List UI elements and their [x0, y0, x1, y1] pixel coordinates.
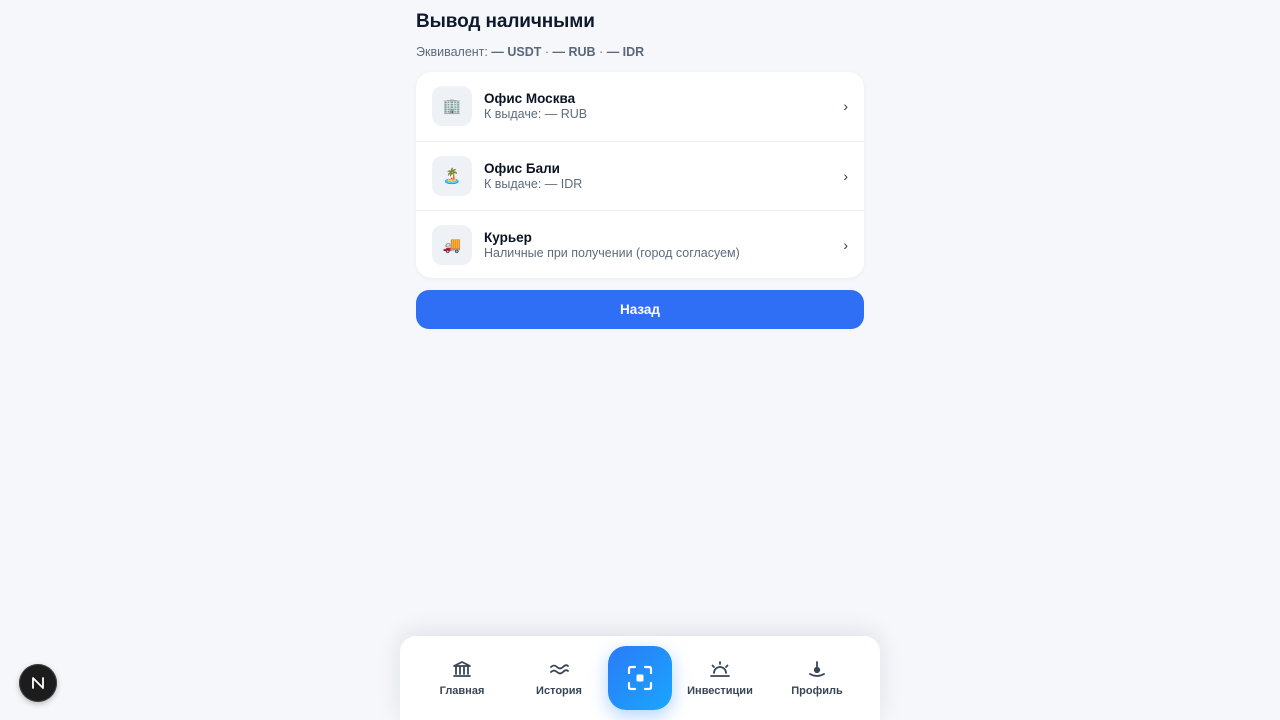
nav-item-history[interactable]: История [519, 660, 599, 697]
option-subtitle: К выдаче: — IDR [484, 177, 583, 191]
scan-icon [627, 665, 653, 691]
chevron-right-icon: › [843, 168, 848, 184]
office-building-icon: 🏢 [432, 86, 472, 126]
waves-icon [550, 664, 569, 675]
option-office-moscow[interactable]: 🏢 Офис Москва К выдаче: — RUB › [416, 72, 864, 141]
separator: · [599, 45, 604, 59]
app-page: Вывод наличными Эквивалент: — USDT · — R… [0, 0, 1280, 720]
scan-button[interactable] [608, 646, 672, 710]
bank-icon [453, 661, 471, 677]
sunrise-icon [710, 661, 730, 677]
nav-item-home[interactable]: Главная [422, 660, 502, 697]
chevron-right-icon: › [843, 98, 848, 114]
profile-icon [809, 661, 825, 677]
option-office-bali[interactable]: 🏝️ Офис Бали К выдаче: — IDR › [416, 141, 864, 210]
delivery-truck-icon: 🚚 [432, 225, 472, 265]
n-logo-icon [32, 677, 44, 689]
chevron-right-icon: › [843, 237, 848, 253]
option-title: Офис Москва [484, 91, 576, 106]
nav-item-investments[interactable]: Инвестиции [680, 660, 760, 697]
option-text: Курьер Наличные при получении (город сог… [484, 230, 740, 260]
option-title: Курьер [484, 230, 532, 245]
nav-label: Профиль [791, 685, 843, 697]
equivalent-line: Эквивалент: — USDT · — RUB · — IDR [416, 45, 644, 59]
nav-label: Инвестиции [687, 685, 753, 697]
page-title: Вывод наличными [416, 11, 595, 32]
dev-tools-badge[interactable] [19, 664, 57, 702]
bottom-nav: Главная История Инвестиции Профиль [400, 636, 880, 720]
option-subtitle: Наличные при получении (город согласуем) [484, 246, 740, 260]
option-text: Офис Москва К выдаче: — RUB [484, 91, 587, 121]
withdrawal-options-card: 🏢 Офис Москва К выдаче: — RUB › 🏝️ Офис … [416, 72, 864, 278]
equivalent-rub: — RUB [552, 45, 596, 59]
equivalent-usdt: — USDT [491, 45, 542, 59]
nav-label: Главная [439, 685, 485, 697]
nav-item-profile[interactable]: Профиль [777, 660, 857, 697]
separator: · [544, 45, 550, 59]
option-title: Офис Бали [484, 161, 560, 176]
option-text: Офис Бали К выдаче: — IDR [484, 161, 582, 191]
equivalent-idr: — IDR [606, 45, 645, 59]
back-button[interactable]: Назад [416, 290, 864, 329]
palm-island-icon: 🏝️ [432, 156, 472, 196]
option-courier[interactable]: 🚚 Курьер Наличные при получении (город с… [416, 210, 864, 278]
equivalent-label: Эквивалент: [416, 45, 488, 59]
option-subtitle: К выдаче: — RUB [484, 107, 588, 121]
nav-label: История [536, 685, 582, 697]
